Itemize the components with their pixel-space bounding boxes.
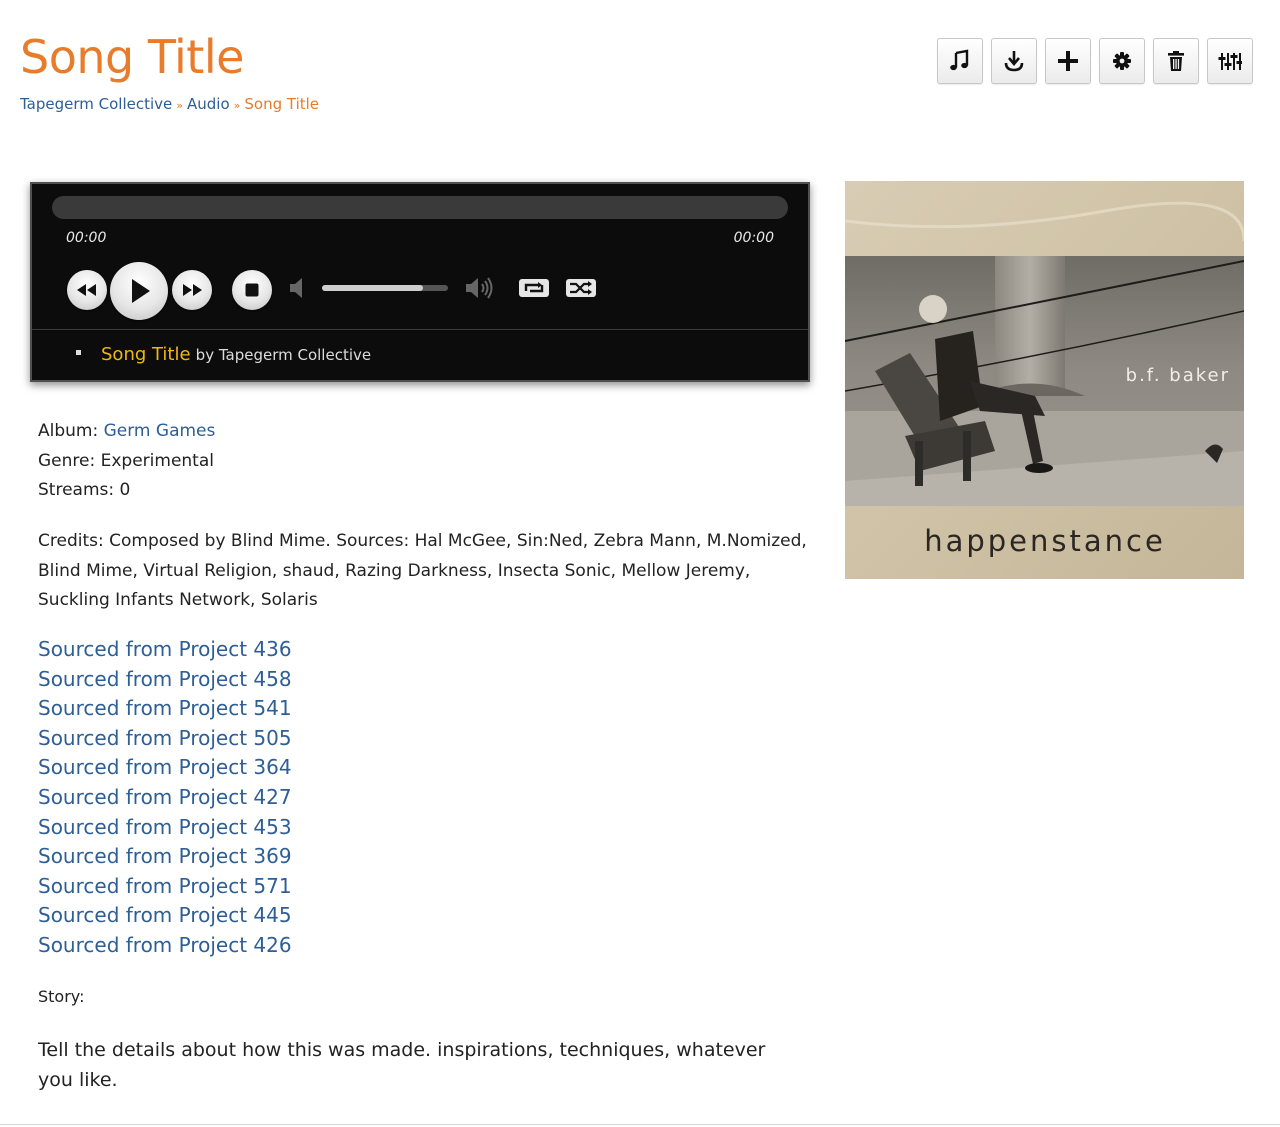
breadcrumb-separator: » xyxy=(233,99,241,112)
source-item: Sourced from Project 505 xyxy=(38,724,292,754)
album-row: Album: Germ Games xyxy=(38,417,215,447)
source-link[interactable]: Sourced from Project 364 xyxy=(38,755,292,779)
playlist-artist: by Tapegerm Collective xyxy=(195,346,372,364)
credits-text: Credits: Composed by Blind Mime. Sources… xyxy=(38,531,807,610)
breadcrumb-separator: » xyxy=(176,99,184,112)
breadcrumb: Tapegerm Collective» Audio» Song Title xyxy=(20,94,319,116)
download-icon xyxy=(1004,51,1024,72)
music-note-button[interactable] xyxy=(937,38,983,84)
source-item: Sourced from Project 453 xyxy=(38,813,292,843)
source-link[interactable]: Sourced from Project 453 xyxy=(38,815,292,839)
download-button[interactable] xyxy=(991,38,1037,84)
source-item: Sourced from Project 436 xyxy=(38,635,292,665)
shuffle-icon[interactable] xyxy=(565,278,597,298)
source-item: Sourced from Project 571 xyxy=(38,872,292,902)
playlist-divider xyxy=(32,329,808,330)
source-item: Sourced from Project 369 xyxy=(38,842,292,872)
gear-icon xyxy=(1113,52,1131,70)
source-link[interactable]: Sourced from Project 445 xyxy=(38,903,292,927)
footer-divider xyxy=(0,1124,1280,1125)
delete-button[interactable] xyxy=(1153,38,1199,84)
genre-value: Experimental xyxy=(100,450,214,471)
music-note-icon xyxy=(950,49,969,71)
source-link[interactable]: Sourced from Project 369 xyxy=(38,844,292,868)
source-item: Sourced from Project 445 xyxy=(38,901,292,931)
repeat-icon[interactable] xyxy=(518,278,550,298)
genre-row: Genre: Experimental xyxy=(38,447,215,477)
play-icon xyxy=(132,279,150,303)
play-button[interactable] xyxy=(110,262,168,320)
volume-max-icon[interactable] xyxy=(464,276,496,300)
rewind-icon xyxy=(77,284,96,296)
source-item: Sourced from Project 541 xyxy=(38,694,292,724)
page-title: Song Title xyxy=(20,30,244,84)
album-link[interactable]: Germ Games xyxy=(104,421,216,441)
album-label: Album: xyxy=(38,421,104,441)
streams-value: 0 xyxy=(119,480,131,500)
next-track-button[interactable] xyxy=(172,270,212,310)
sliders-icon xyxy=(1218,53,1242,70)
fast-forward-icon xyxy=(183,284,202,296)
source-item: Sourced from Project 426 xyxy=(38,931,292,961)
breadcrumb-current: Song Title xyxy=(244,95,320,113)
stop-icon xyxy=(245,283,259,297)
playlist-bullet xyxy=(76,350,81,355)
sources-list: Sourced from Project 436 Sourced from Pr… xyxy=(38,635,292,961)
trash-icon xyxy=(1168,51,1184,71)
volume-level xyxy=(322,285,423,291)
source-item: Sourced from Project 427 xyxy=(38,783,292,813)
story-label: Story: xyxy=(38,987,85,1006)
volume-mute-icon[interactable] xyxy=(288,276,308,300)
add-button[interactable] xyxy=(1045,38,1091,84)
source-link[interactable]: Sourced from Project 426 xyxy=(38,933,292,957)
playlist-song-title: Song Title xyxy=(101,344,191,365)
total-time: 00:00 xyxy=(733,230,774,246)
cover-artist: b.f. baker xyxy=(1126,365,1230,386)
source-item: Sourced from Project 364 xyxy=(38,753,292,783)
seek-bar[interactable] xyxy=(52,196,788,219)
source-item: Sourced from Project 458 xyxy=(38,665,292,695)
playlist-item[interactable]: Song Title by Tapegerm Collective xyxy=(76,344,371,365)
toolbar xyxy=(937,38,1253,84)
song-meta: Album: Germ Games Genre: Experimental St… xyxy=(38,417,215,506)
sliders-button[interactable] xyxy=(1207,38,1253,84)
audio-player: 00:00 00:00 Song Title by Tapegerm Colle… xyxy=(30,182,810,382)
volume-slider[interactable] xyxy=(322,285,448,291)
current-time: 00:00 xyxy=(66,230,107,246)
source-link[interactable]: Sourced from Project 541 xyxy=(38,696,292,720)
cover-album-title: happenstance xyxy=(924,524,1166,558)
album-cover: b.f. baker happenstance xyxy=(845,181,1244,579)
breadcrumb-link-collective[interactable]: Tapegerm Collective xyxy=(20,95,172,113)
source-link[interactable]: Sourced from Project 505 xyxy=(38,726,292,750)
source-link[interactable]: Sourced from Project 571 xyxy=(38,874,292,898)
story-text: Tell the details about how this was made… xyxy=(38,1039,766,1091)
previous-track-button[interactable] xyxy=(67,270,107,310)
genre-label: Genre: xyxy=(38,450,101,471)
streams-row: Streams: 0 xyxy=(38,476,215,506)
source-link[interactable]: Sourced from Project 458 xyxy=(38,667,292,691)
plus-icon xyxy=(1058,51,1078,71)
streams-label: Streams: xyxy=(38,480,120,500)
source-link[interactable]: Sourced from Project 427 xyxy=(38,785,292,809)
source-link[interactable]: Sourced from Project 436 xyxy=(38,637,292,661)
stop-button[interactable] xyxy=(232,270,272,310)
breadcrumb-link-audio[interactable]: Audio xyxy=(187,95,230,113)
settings-button[interactable] xyxy=(1099,38,1145,84)
